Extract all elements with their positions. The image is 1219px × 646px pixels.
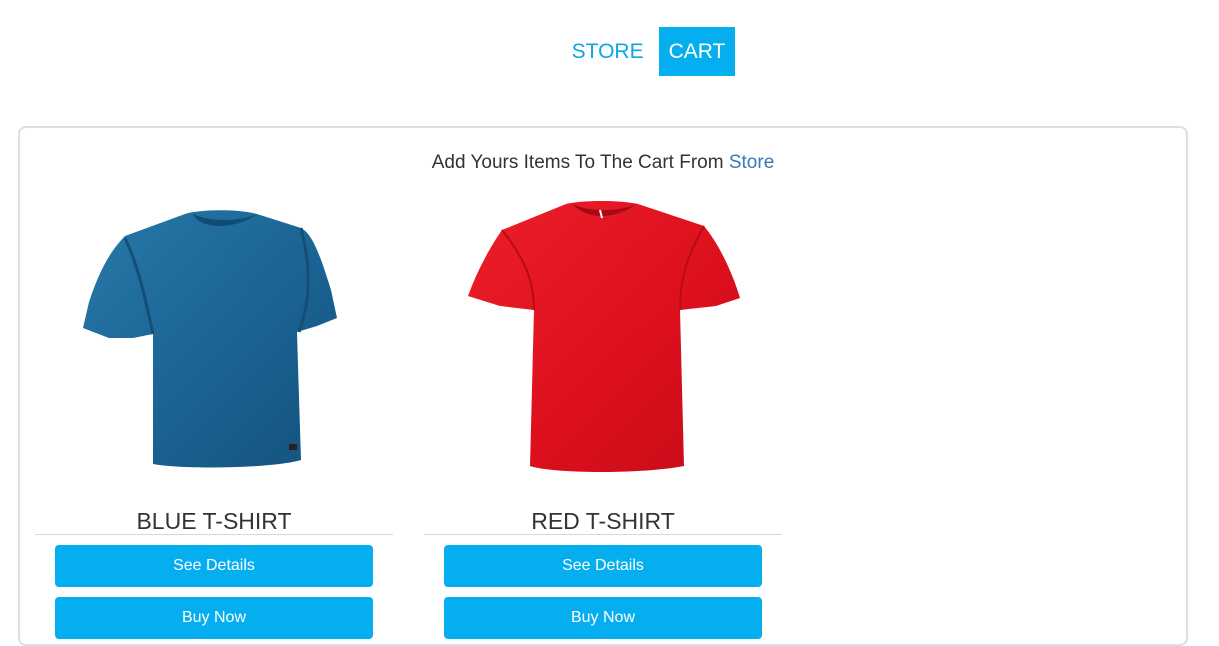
buy-now-button[interactable]: Buy Now (55, 597, 373, 639)
product-image (424, 198, 782, 498)
buy-now-button[interactable]: Buy Now (444, 597, 762, 639)
tab-cart[interactable]: CART (658, 27, 736, 76)
cart-panel: Add Yours Items To The Cart From Store B… (18, 126, 1188, 646)
product-name: BLUE T-SHIRT (35, 508, 393, 535)
store-link[interactable]: Store (729, 152, 774, 173)
product-image (35, 198, 393, 498)
message-text: Add Yours Items To The Cart From (431, 152, 729, 173)
see-details-button[interactable]: See Details (55, 545, 373, 587)
see-details-button[interactable]: See Details (444, 545, 762, 587)
empty-cart-message: Add Yours Items To The Cart From Store (20, 152, 1186, 174)
product-card-red: RED T-SHIRT See Details Buy Now (424, 198, 782, 639)
blue-tshirt-image (83, 210, 337, 468)
top-nav: STORE CART (0, 27, 1219, 76)
product-card-blue: BLUE T-SHIRT See Details Buy Now (35, 198, 393, 639)
red-tshirt-image (468, 201, 740, 472)
tab-store[interactable]: STORE (562, 27, 654, 76)
product-name: RED T-SHIRT (424, 508, 782, 535)
